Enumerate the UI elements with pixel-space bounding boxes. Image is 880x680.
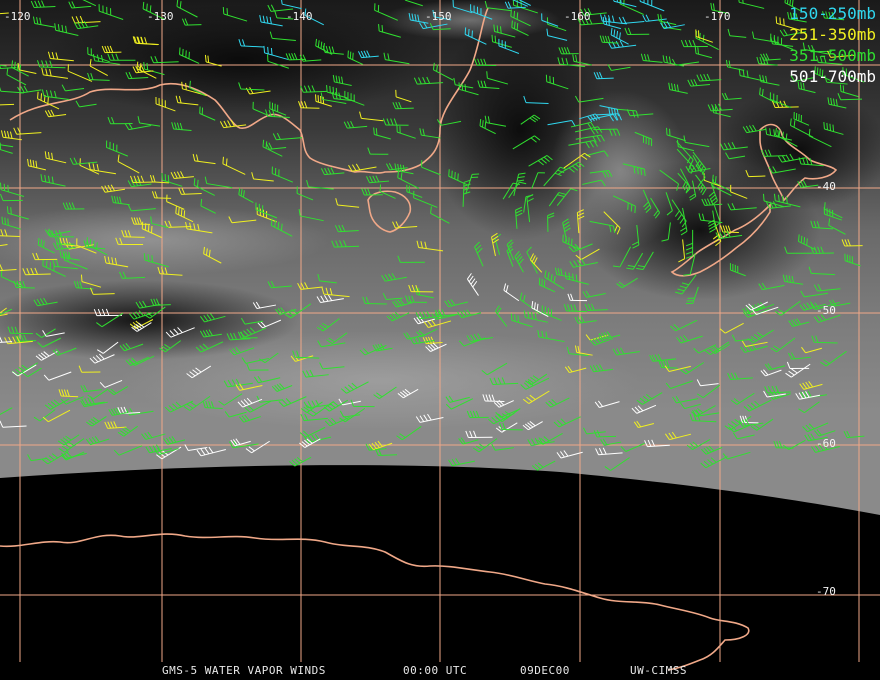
footer-time: 00:00 UTC	[403, 664, 468, 677]
longitude-label: -170	[704, 10, 731, 23]
legend-251-350mb: 251-350mb	[789, 25, 876, 44]
longitude-label: -120	[4, 10, 31, 23]
footer-source: UW-CIMSS	[630, 664, 687, 677]
footer-date: 09DEC00	[520, 664, 570, 677]
longitude-label: -150	[425, 10, 452, 23]
legend-501-700mb: 501-700mb	[789, 67, 876, 86]
legend-150-250mb: 150-250mb	[789, 4, 876, 23]
latitude-label: -60	[816, 437, 836, 450]
latitude-label: -50	[816, 304, 836, 317]
moist-band	[120, 330, 640, 430]
footer-product: GMS-5 WATER VAPOR WINDS	[162, 664, 326, 677]
legend-351-500mb: 351-500mb	[789, 46, 876, 65]
map-canvas	[0, 0, 880, 680]
satellite-wind-map: -120 -130 -140 -150 -160 -170 -40 -50 -6…	[0, 0, 880, 680]
longitude-label: -140	[286, 10, 313, 23]
latitude-label: -70	[816, 585, 836, 598]
longitude-label: -160	[564, 10, 591, 23]
moist-band	[380, 0, 560, 40]
longitude-label: -130	[147, 10, 174, 23]
latitude-label: -40	[816, 180, 836, 193]
